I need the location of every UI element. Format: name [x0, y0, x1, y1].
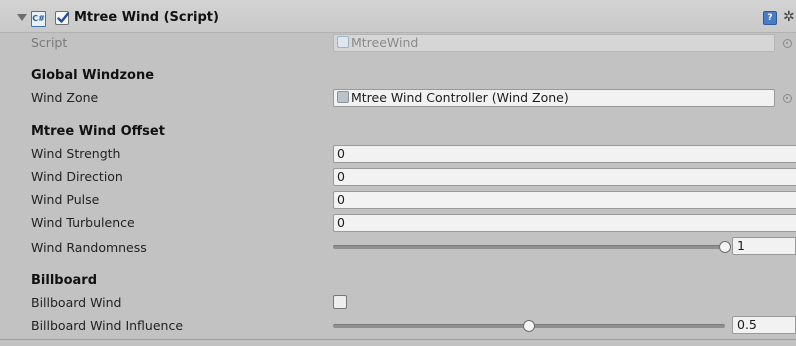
wind-strength-label: Wind Strength	[31, 146, 121, 161]
wind-randomness-input[interactable]: 1	[732, 237, 796, 255]
wind-zone-object-field[interactable]: Mtree Wind Controller (Wind Zone)	[333, 89, 775, 107]
wind-pulse-input[interactable]: 0	[333, 191, 796, 209]
wind-strength-input[interactable]: 0	[333, 145, 796, 163]
gear-icon[interactable]: ✲	[783, 9, 795, 25]
script-picker-icon	[783, 39, 792, 48]
wind-offset-heading: Mtree Wind Offset	[31, 124, 165, 139]
global-windzone-heading: Global Windzone	[31, 68, 155, 83]
billboard-wind-label: Billboard Wind	[31, 295, 122, 310]
component-bottom-divider	[0, 339, 796, 340]
component-header[interactable]: C# Mtree Wind (Script) ? ✲	[0, 0, 796, 33]
wind-turbulence-label: Wind Turbulence	[31, 215, 135, 230]
script-object-field: MtreeWind	[333, 34, 775, 52]
wind-randomness-slider-track[interactable]	[333, 245, 725, 249]
wind-zone-value: Mtree Wind Controller (Wind Zone)	[351, 90, 569, 105]
wind-turbulence-input[interactable]: 0	[333, 214, 796, 232]
component-title: Mtree Wind (Script)	[74, 10, 219, 25]
billboard-heading: Billboard	[31, 273, 98, 288]
billboard-influence-input[interactable]: 0.5	[732, 316, 796, 334]
wind-direction-label: Wind Direction	[31, 169, 123, 184]
wind-pulse-label: Wind Pulse	[31, 192, 100, 207]
wind-zone-icon	[337, 91, 349, 103]
script-object-value: MtreeWind	[351, 35, 419, 50]
help-icon[interactable]: ?	[763, 11, 777, 25]
checkmark-icon	[57, 12, 70, 23]
foldout-arrow-icon[interactable]	[17, 14, 27, 21]
billboard-wind-checkbox[interactable]	[333, 295, 347, 309]
csharp-script-icon: C#	[31, 11, 46, 27]
inspector-panel: C# Mtree Wind (Script) ? ✲ Script MtreeW…	[0, 0, 796, 346]
script-label: Script	[31, 35, 68, 50]
wind-zone-label: Wind Zone	[31, 90, 99, 105]
billboard-wind-influence-label: Billboard Wind Influence	[31, 318, 184, 333]
wind-zone-picker-icon[interactable]	[783, 94, 792, 103]
wind-randomness-slider-thumb[interactable]	[719, 241, 731, 253]
wind-direction-input[interactable]: 0	[333, 168, 796, 186]
billboard-influence-slider-thumb[interactable]	[523, 320, 535, 332]
wind-randomness-label: Wind Randomness	[31, 240, 147, 255]
script-file-icon	[337, 36, 349, 48]
component-enabled-checkbox[interactable]	[55, 11, 70, 25]
